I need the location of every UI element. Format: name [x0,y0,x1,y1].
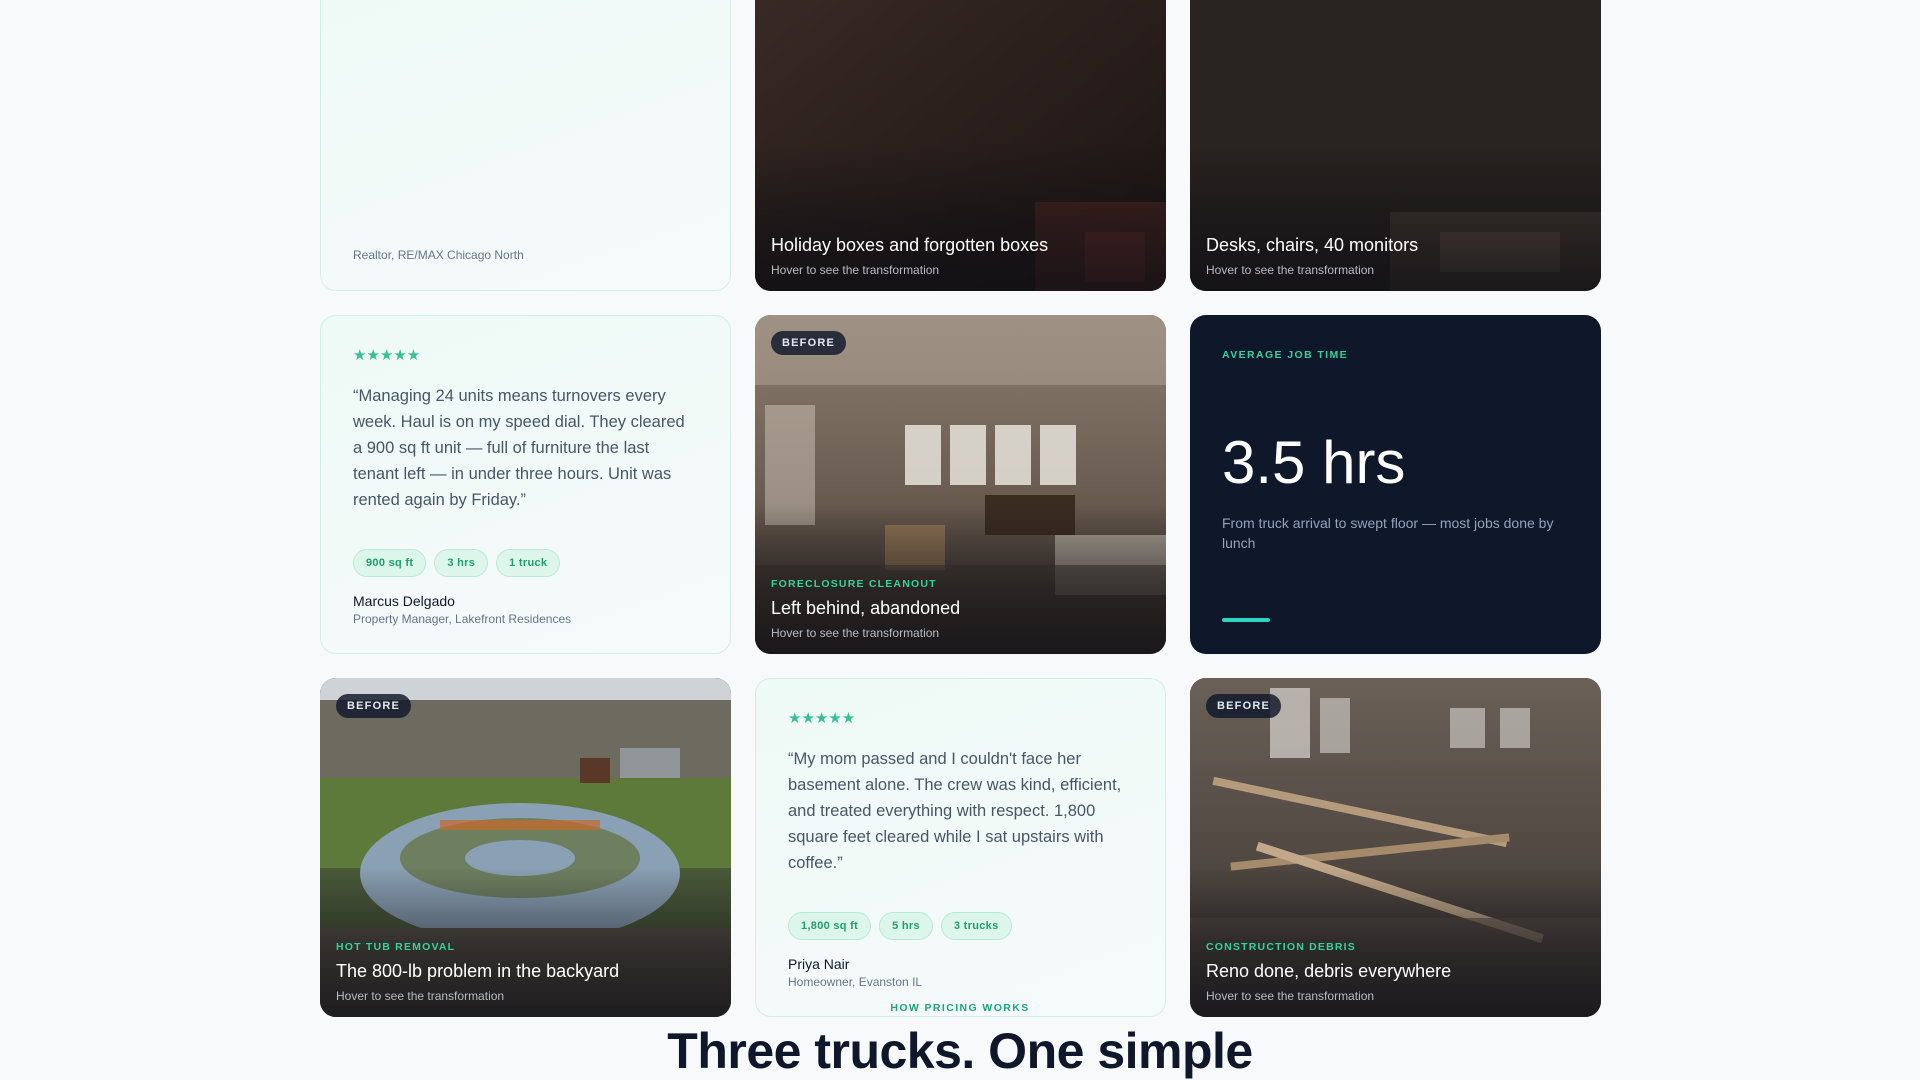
testimonial-quote: “My mom passed and I couldn't face her b… [788,750,1122,872]
testimonial-card-marcus: ★★★★★ “Managing 24 units means turnovers… [320,315,731,654]
hover-hint: Hover to see the transformation [1206,263,1375,277]
testimonial-role: Realtor, RE/MAX Chicago North [353,248,524,262]
image-title: Left behind, abandoned [771,598,961,618]
hover-hint: Hover to see the transformation [771,626,940,640]
testimonial-quote: “Managing 24 units means turnovers every… [353,387,685,509]
image-caption: Holiday boxes and forgotten boxes Hover … [771,227,1150,277]
stat-accent-bar [1222,618,1270,622]
hover-hint: Hover to see the transformation [1206,989,1375,1003]
gallery-grid: Realtor, RE/MAX Chicago North Holiday bo… [320,0,1601,1017]
testimonial-role: Homeowner, Evanston IL [788,975,923,989]
image-caption: HOT TUB REMOVAL The 800-lb problem in th… [336,941,715,1003]
image-category: CONSTRUCTION DEBRIS [1206,941,1356,953]
image-title: Holiday boxes and forgotten boxes [771,235,1049,255]
stat-label: AVERAGE JOB TIME [1222,349,1349,361]
testimonial-card-top: Realtor, RE/MAX Chicago North [320,0,731,291]
section-title: Three trucks. One simple [667,1023,1253,1079]
chip-trucks: 3 trucks [940,912,1012,940]
chip-trucks: 1 truck [496,549,561,577]
chip-time: 3 hrs [434,549,489,577]
testimonial-author: Marcus Delgado [353,593,455,609]
before-badge: BEFORE [771,331,847,355]
before-after-card-holiday[interactable]: Holiday boxes and forgotten boxes Hover … [755,0,1166,291]
before-after-card-hot-tub[interactable]: BEFORE HOT TUB REMOVAL The 800-lb proble… [320,678,731,1017]
before-badge: BEFORE [1206,694,1282,718]
rating-stars-icon: ★★★★★ [353,347,421,364]
image-title: Reno done, debris everywhere [1206,961,1452,981]
testimonial-author: Priya Nair [788,956,850,972]
hover-hint: Hover to see the transformation [336,989,505,1003]
before-after-card-office[interactable]: Desks, chairs, 40 monitors Hover to see … [1190,0,1601,291]
chip-time: 5 hrs [879,912,933,940]
image-category: FORECLOSURE CLEANOUT [771,578,937,590]
chip-area: 900 sq ft [353,549,427,577]
stat-value: 3.5 hrs [1222,429,1406,496]
image-title: Desks, chairs, 40 monitors [1206,235,1419,255]
image-category: HOT TUB REMOVAL [336,941,456,953]
before-badge: BEFORE [336,694,412,718]
image-caption: Desks, chairs, 40 monitors Hover to see … [1206,227,1585,277]
before-after-card-foreclosure[interactable]: BEFORE FORECLOSURE CLEANOUT Left behind,… [755,315,1166,654]
image-caption: CONSTRUCTION DEBRIS Reno done, debris ev… [1206,941,1585,1003]
stat-description: From truck arrival to swept floor — most… [1222,515,1554,551]
hover-hint: Hover to see the transformation [771,263,940,277]
job-stats-chips: 1,800 sq ft 5 hrs 3 trucks [788,912,1133,940]
image-caption: FORECLOSURE CLEANOUT Left behind, abando… [771,578,1150,640]
testimonial-role: Property Manager, Lakefront Residences [353,612,572,626]
image-title: The 800-lb problem in the backyard [336,961,620,981]
chip-area: 1,800 sq ft [788,912,872,940]
section-eyebrow: HOW PRICING WORKS [890,1002,1030,1014]
before-after-card-construction[interactable]: BEFORE CONSTRUCTION DEBRIS Reno done, de… [1190,678,1601,1017]
stat-card-job-time: AVERAGE JOB TIME 3.5 hrs From truck arri… [1190,315,1601,654]
rating-stars-icon: ★★★★★ [788,710,856,727]
job-stats-chips: 900 sq ft 3 hrs 1 truck [353,549,698,577]
testimonial-card-priya: ★★★★★ “My mom passed and I couldn't face… [755,678,1166,1017]
